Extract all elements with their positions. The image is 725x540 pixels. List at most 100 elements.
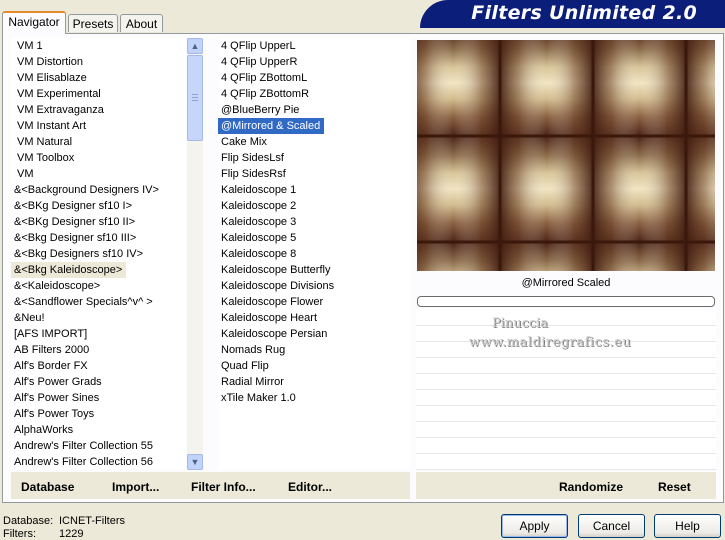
- control-row[interactable]: [416, 390, 716, 406]
- filter-item[interactable]: Kaleidoscope Persian: [218, 326, 410, 342]
- filter-item[interactable]: Quad Flip: [218, 358, 410, 374]
- category-item-label: VM: [17, 168, 34, 180]
- category-item-label: &<BKg Designer sf10 II>: [14, 216, 136, 228]
- category-item[interactable]: Alf's Power Grads: [11, 374, 186, 390]
- watermark-line1: Pinuccia: [491, 316, 549, 331]
- filter-item[interactable]: 4 QFlip ZBottomL: [218, 70, 410, 86]
- database-button[interactable]: Database: [21, 480, 74, 494]
- filter-item[interactable]: Flip SidesLsf: [218, 150, 410, 166]
- filter-item[interactable]: Kaleidoscope Heart: [218, 310, 410, 326]
- category-item-label: &<Background Designers IV>: [14, 184, 159, 196]
- filter-item[interactable]: 4 QFlip UpperR: [218, 54, 410, 70]
- database-value: ICNET-Filters: [59, 515, 125, 527]
- category-item[interactable]: VM Elisablaze: [11, 70, 186, 86]
- category-item[interactable]: AlphaWorks: [11, 422, 186, 438]
- filter-item[interactable]: @Mirrored & Scaled: [218, 117, 410, 135]
- category-item-label: Alf's Border FX: [14, 360, 88, 372]
- filters-label: Filters:: [3, 528, 36, 540]
- control-row[interactable]: [416, 454, 716, 470]
- category-item[interactable]: AB Filters 2000: [11, 342, 186, 358]
- category-list[interactable]: VM 1 VM Distortion VM Elisablaze VM Experim…: [11, 38, 186, 470]
- category-item-label: &<Bkg Designers sf10 IV>: [14, 248, 144, 260]
- filter-item-label: Radial Mirror: [221, 376, 284, 388]
- filter-item-label: Kaleidoscope Flower: [221, 296, 324, 308]
- tab-about[interactable]: About: [120, 14, 163, 32]
- category-item[interactable]: &<Sandflower Specials^v^ >: [11, 294, 186, 310]
- help-button[interactable]: Help: [654, 514, 721, 538]
- filter-item-label: 4 QFlip UpperR: [221, 56, 298, 68]
- category-item-label: &<Sandflower Specials^v^ >: [14, 296, 153, 308]
- category-item[interactable]: VM Instant Art: [11, 118, 186, 134]
- scroll-thumb[interactable]: [187, 55, 203, 141]
- filter-item-label: Kaleidoscope 5: [221, 232, 297, 244]
- category-item-label: &Neu!: [14, 312, 45, 324]
- category-item[interactable]: Andrew's Filter Collection 55: [11, 438, 186, 454]
- category-item[interactable]: &<BKg Designer sf10 II>: [11, 214, 186, 230]
- category-item[interactable]: [AFS IMPORT]: [11, 326, 186, 342]
- category-item[interactable]: VM 1: [11, 38, 186, 54]
- filter-item-label: 4 QFlip ZBottomR: [221, 88, 310, 100]
- category-item-label: AB Filters 2000: [14, 344, 90, 356]
- apply-button[interactable]: Apply: [501, 514, 568, 538]
- filter-item[interactable]: xTile Maker 1.0: [218, 390, 410, 406]
- filter-item[interactable]: Kaleidoscope 2: [218, 198, 410, 214]
- control-row[interactable]: [416, 438, 716, 454]
- filter-item[interactable]: Kaleidoscope 3: [218, 214, 410, 230]
- category-item[interactable]: &Neu!: [11, 310, 186, 326]
- tab-navigator[interactable]: Navigator: [2, 11, 66, 34]
- category-item[interactable]: Alf's Power Toys: [11, 406, 186, 422]
- tab-presets[interactable]: Presets: [68, 14, 118, 32]
- category-item[interactable]: VM: [11, 166, 186, 182]
- filter-item[interactable]: Cake Mix: [218, 134, 410, 150]
- filter-item[interactable]: Nomads Rug: [218, 342, 410, 358]
- category-item[interactable]: VM Extravaganza: [11, 102, 186, 118]
- category-item[interactable]: &<Kaleidoscope>: [11, 278, 186, 294]
- category-item[interactable]: VM Distortion: [11, 54, 186, 70]
- filter-item[interactable]: @BlueBerry Pie: [218, 102, 410, 118]
- category-scrollbar[interactable]: ▲ ▼: [187, 38, 203, 470]
- category-item[interactable]: &<Bkg Designer sf10 III>: [11, 230, 186, 246]
- filter-item[interactable]: 4 QFlip ZBottomR: [218, 86, 410, 102]
- reset-button[interactable]: Reset: [658, 480, 691, 494]
- cancel-button[interactable]: Cancel: [578, 514, 645, 538]
- import-button[interactable]: Import...: [112, 480, 159, 494]
- filter-item[interactable]: Kaleidoscope Divisions: [218, 278, 410, 294]
- category-item[interactable]: Alf's Power Sines: [11, 390, 186, 406]
- filter-info-button[interactable]: Filter Info...: [191, 480, 256, 494]
- category-item[interactable]: Alf's Border FX: [11, 358, 186, 374]
- category-item-label: VM Natural: [17, 136, 73, 148]
- category-item[interactable]: &<BKg Designer sf10 I>: [11, 198, 186, 214]
- category-item-label: VM Extravaganza: [17, 104, 104, 116]
- category-item[interactable]: &<Bkg Kaleidoscope>: [11, 262, 186, 278]
- control-row[interactable]: [416, 422, 716, 438]
- control-row[interactable]: [416, 406, 716, 422]
- watermark-line2: www.maldiregrafics.eu: [468, 335, 632, 350]
- category-item[interactable]: Andrew's Filter Collection 56: [11, 454, 186, 470]
- scroll-down-icon[interactable]: ▼: [187, 454, 203, 470]
- control-row[interactable]: [416, 374, 716, 390]
- category-item[interactable]: VM Natural: [11, 134, 186, 150]
- category-item-label: Alf's Power Sines: [14, 392, 100, 404]
- category-item-label: &<Bkg Designer sf10 III>: [14, 232, 137, 244]
- filter-list[interactable]: 4 QFlip UpperL 4 QFlip UpperR 4 QFlip ZBot…: [218, 38, 410, 470]
- filter-item[interactable]: Radial Mirror: [218, 374, 410, 390]
- filter-item[interactable]: Kaleidoscope 5: [218, 230, 410, 246]
- category-item[interactable]: &<Bkg Designers sf10 IV>: [11, 246, 186, 262]
- filter-item[interactable]: Kaleidoscope Flower: [218, 294, 410, 310]
- editor-button[interactable]: Editor...: [288, 480, 332, 494]
- category-item[interactable]: VM Toolbox: [11, 150, 186, 166]
- filter-item-label: Kaleidoscope Butterfly: [221, 264, 331, 276]
- filter-item[interactable]: Kaleidoscope 1: [218, 182, 410, 198]
- filter-item-label: @BlueBerry Pie: [221, 104, 300, 116]
- category-item[interactable]: &<Background Designers IV>: [11, 182, 186, 198]
- filter-item[interactable]: Kaleidoscope Butterfly: [218, 262, 410, 278]
- category-item[interactable]: VM Experimental: [11, 86, 186, 102]
- filter-item[interactable]: Kaleidoscope 8: [218, 246, 410, 262]
- randomize-button[interactable]: Randomize: [559, 480, 623, 494]
- category-item-label: VM Distortion: [17, 56, 84, 68]
- filter-item[interactable]: Flip SidesRsf: [218, 166, 410, 182]
- filter-item[interactable]: 4 QFlip UpperL: [218, 38, 410, 54]
- scroll-up-icon[interactable]: ▲: [187, 38, 203, 54]
- control-row[interactable]: [416, 358, 716, 374]
- filter-item-label: Kaleidoscope Heart: [221, 312, 318, 324]
